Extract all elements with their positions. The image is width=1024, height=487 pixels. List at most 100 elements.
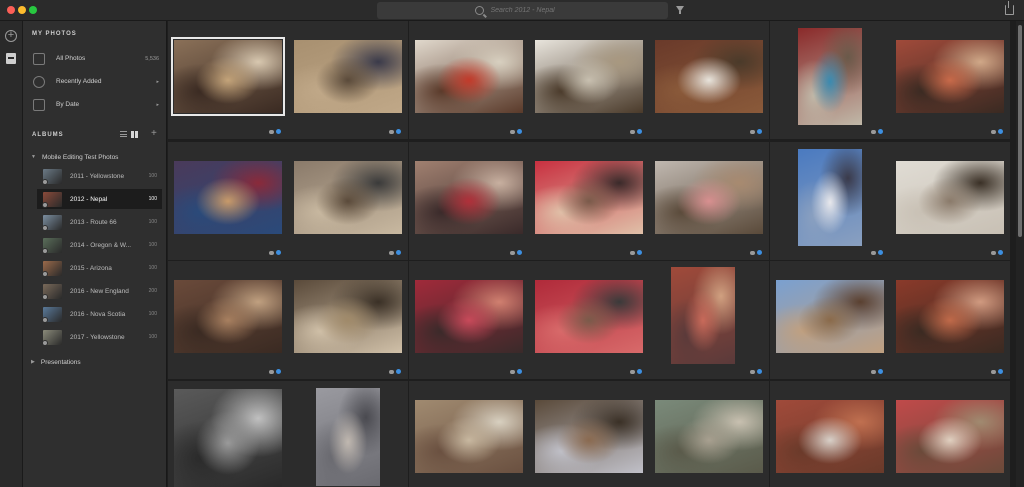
photo-cell[interactable] [409, 381, 529, 487]
grid-view-icon[interactable] [131, 131, 138, 138]
add-album-icon[interactable]: + [151, 128, 157, 139]
scrollbar-thumb[interactable] [1018, 25, 1022, 237]
photo-cell[interactable] [168, 381, 288, 487]
synced-status-icon [276, 250, 281, 255]
nav-label: All Photos [56, 55, 86, 62]
photo-cell[interactable] [890, 21, 1010, 139]
album-item[interactable]: 2016 - New England 200 [37, 281, 162, 301]
photo-cell[interactable] [409, 261, 529, 379]
photo-cell[interactable] [890, 261, 1010, 379]
album-thumbnail [42, 237, 62, 254]
photo-clay-pots[interactable] [535, 400, 643, 473]
photo-prayer-wheels-closeup[interactable] [174, 280, 282, 353]
close-window-button[interactable] [7, 6, 15, 14]
photo-cell[interactable] [288, 142, 408, 260]
grid-scrollbar[interactable] [1016, 21, 1024, 487]
photo-cell[interactable] [649, 142, 769, 260]
photo-seated-women-red[interactable] [415, 161, 523, 234]
photo-group-red-robes[interactable] [535, 280, 643, 353]
minimize-window-button[interactable] [18, 6, 26, 14]
photo-cell[interactable] [770, 142, 890, 260]
album-thumbnail [42, 306, 62, 323]
search-box[interactable] [377, 2, 668, 19]
photo-seated-woman-child[interactable] [671, 267, 735, 364]
photo-white-shrine-door[interactable] [535, 40, 643, 113]
album-label: 2013 - Route 66 [70, 218, 117, 226]
photo-cell[interactable] [168, 142, 288, 260]
photo-pagoda-square[interactable] [776, 280, 884, 353]
photo-cell[interactable] [770, 381, 890, 487]
album-item[interactable]: 2011 - Yellowstone 100 [37, 166, 162, 186]
photo-old-man-bw[interactable] [174, 389, 282, 487]
photo-woman-red-shawl[interactable] [535, 161, 643, 234]
filter-icon[interactable] [676, 6, 684, 14]
photo-cell[interactable] [288, 381, 408, 487]
share-icon[interactable] [1005, 1, 1014, 15]
synced-status-icon [878, 129, 883, 134]
photo-two-women-wall[interactable] [798, 28, 862, 125]
add-photos-icon[interactable]: + [5, 30, 17, 42]
photo-courtyard-pavilion[interactable] [415, 400, 523, 473]
zoom-window-button[interactable] [29, 6, 37, 14]
search-input[interactable] [490, 7, 571, 14]
nav-recently-added[interactable]: Recently Added ▸ [29, 71, 162, 92]
photo-cell[interactable] [890, 142, 1010, 260]
photo-man-pink-shawl[interactable] [655, 161, 763, 234]
photo-cell[interactable] [649, 21, 769, 139]
album-folder[interactable]: ▼ Mobile Editing Test Photos [31, 151, 161, 163]
photo-cell[interactable] [288, 21, 408, 139]
photo-boys-on-steps[interactable] [171, 37, 285, 116]
album-item[interactable]: 2015 - Arizona 100 [37, 258, 162, 278]
photo-woman-in-window[interactable] [896, 280, 1004, 353]
photo-prayer-wheels-row[interactable] [294, 280, 402, 353]
synced-status-icon [637, 129, 642, 134]
cloud-sync-icon [510, 251, 515, 255]
photo-girl-portrait[interactable] [174, 161, 282, 234]
photo-man-grey-cap[interactable] [294, 161, 402, 234]
synced-status-icon [637, 369, 642, 374]
photo-cell[interactable] [649, 261, 769, 379]
nav-by-date[interactable]: By Date ▸ [29, 94, 162, 115]
photo-cell[interactable] [529, 21, 649, 139]
synced-status-icon [396, 250, 401, 255]
photo-man-topi-hat[interactable] [896, 400, 1004, 473]
photo-people-sitting[interactable] [294, 40, 402, 113]
cloud-sync-icon [991, 370, 996, 374]
photo-cell[interactable] [649, 381, 769, 487]
album-count: 100 [148, 242, 157, 248]
photo-courtyard-shrine-pigeons[interactable] [316, 388, 380, 486]
photo-cell[interactable] [770, 21, 890, 139]
photo-cell[interactable] [168, 261, 288, 379]
photo-cell[interactable] [168, 21, 288, 139]
photo-white-stupa[interactable] [798, 149, 862, 246]
album-item[interactable]: 2012 - Nepal 100 [37, 189, 162, 209]
chevron-down-icon: ▼ [31, 154, 36, 160]
library-icon[interactable] [6, 53, 16, 64]
photo-cell[interactable] [890, 381, 1010, 487]
photo-cell[interactable] [529, 261, 649, 379]
list-view-icon[interactable] [120, 131, 127, 137]
photo-bearded-man[interactable] [776, 400, 884, 473]
presentations-folder[interactable]: ▶ Presentations [31, 356, 161, 368]
nav-label: By Date [56, 101, 80, 108]
album-item[interactable]: 2013 - Route 66 100 [37, 212, 162, 232]
photo-red-shrine-figure[interactable] [415, 40, 523, 113]
photo-white-shrine-statue[interactable] [896, 161, 1004, 234]
photo-cell[interactable] [409, 142, 529, 260]
nav-all-photos[interactable]: All Photos 5,536 [29, 48, 162, 69]
photo-cell[interactable] [529, 381, 649, 487]
album-item[interactable]: 2016 - Nova Scotia 100 [37, 304, 162, 324]
photo-cell[interactable] [409, 21, 529, 139]
left-rail: + [0, 21, 23, 487]
synced-status-icon [878, 369, 883, 374]
album-item[interactable]: 2014 - Oregon & W... 100 [37, 235, 162, 255]
photo-cell[interactable] [770, 261, 890, 379]
photo-temple-courtyard[interactable] [655, 40, 763, 113]
photo-cell[interactable] [288, 261, 408, 379]
photo-cell[interactable] [529, 142, 649, 260]
photo-woman-well[interactable] [655, 400, 763, 473]
album-item[interactable]: 2017 - Yellowstone 100 [37, 327, 162, 347]
cloud-sync-icon [389, 370, 394, 374]
photo-crowd-red-robes[interactable] [415, 280, 523, 353]
photo-red-steps-person[interactable] [896, 40, 1004, 113]
